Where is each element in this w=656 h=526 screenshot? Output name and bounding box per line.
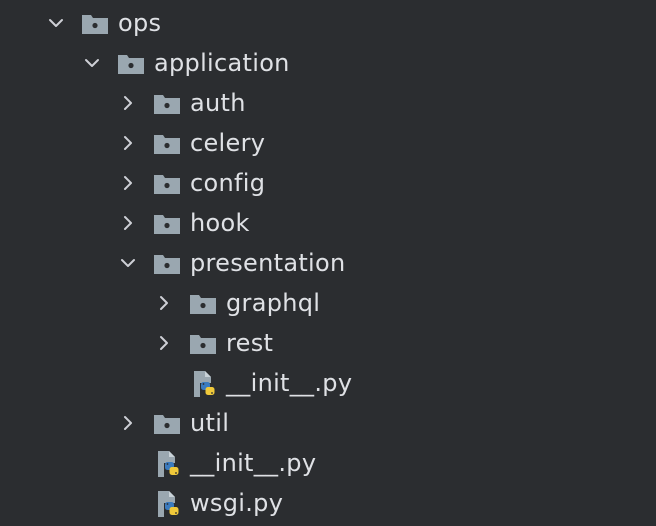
tree-node-hook[interactable]: hook [0, 203, 656, 243]
folder-icon [188, 291, 218, 317]
tree-node-label: rest [226, 329, 274, 357]
folder-icon [152, 211, 182, 237]
chevron-right-icon[interactable] [116, 123, 140, 163]
tree-node-ops[interactable]: ops [0, 3, 656, 43]
tree-node-label: auth [190, 89, 246, 117]
chevron-right-icon[interactable] [116, 203, 140, 243]
tree-node-auth[interactable]: auth [0, 83, 656, 123]
chevron-right-icon[interactable] [152, 323, 176, 363]
folder-icon [80, 11, 110, 37]
tree-node-application-init-py[interactable]: __init__.py [0, 443, 656, 483]
tree-node-config[interactable]: config [0, 163, 656, 203]
tree-node-label: config [190, 169, 266, 197]
tree-node-application[interactable]: application [0, 43, 656, 83]
tree-node-util[interactable]: util [0, 403, 656, 443]
tree-node-rest[interactable]: rest [0, 323, 656, 363]
project-tree: ops application auth celery config hook … [0, 0, 656, 526]
chevron-right-icon[interactable] [116, 163, 140, 203]
tree-node-presentation-init-py[interactable]: __init__.py [0, 363, 656, 403]
tree-node-label: ops [118, 9, 162, 37]
tree-node-label: __init__.py [226, 369, 353, 397]
chevron-right-icon[interactable] [152, 283, 176, 323]
tree-node-label: celery [190, 129, 266, 157]
tree-node-label: hook [190, 209, 250, 237]
tree-node-celery[interactable]: celery [0, 123, 656, 163]
python-file-icon [154, 451, 184, 477]
folder-icon [116, 51, 146, 77]
folder-icon [152, 171, 182, 197]
python-file-icon [154, 491, 184, 517]
chevron-right-icon[interactable] [116, 83, 140, 123]
tree-node-graphql[interactable]: graphql [0, 283, 656, 323]
tree-node-wsgi-py[interactable]: wsgi.py [0, 483, 656, 523]
tree-node-label: __init__.py [190, 449, 317, 477]
chevron-down-icon[interactable] [80, 43, 104, 83]
python-file-icon [190, 371, 220, 397]
tree-node-label: application [154, 49, 290, 77]
chevron-down-icon[interactable] [116, 243, 140, 283]
folder-icon [152, 91, 182, 117]
folder-icon [188, 331, 218, 357]
tree-node-presentation[interactable]: presentation [0, 243, 656, 283]
folder-icon [152, 411, 182, 437]
folder-icon [152, 251, 182, 277]
chevron-right-icon[interactable] [116, 403, 140, 443]
tree-node-label: util [190, 409, 230, 437]
tree-node-label: graphql [226, 289, 321, 317]
tree-node-label: wsgi.py [190, 489, 284, 517]
folder-icon [152, 131, 182, 157]
chevron-down-icon[interactable] [44, 3, 68, 43]
tree-node-label: presentation [190, 249, 346, 277]
